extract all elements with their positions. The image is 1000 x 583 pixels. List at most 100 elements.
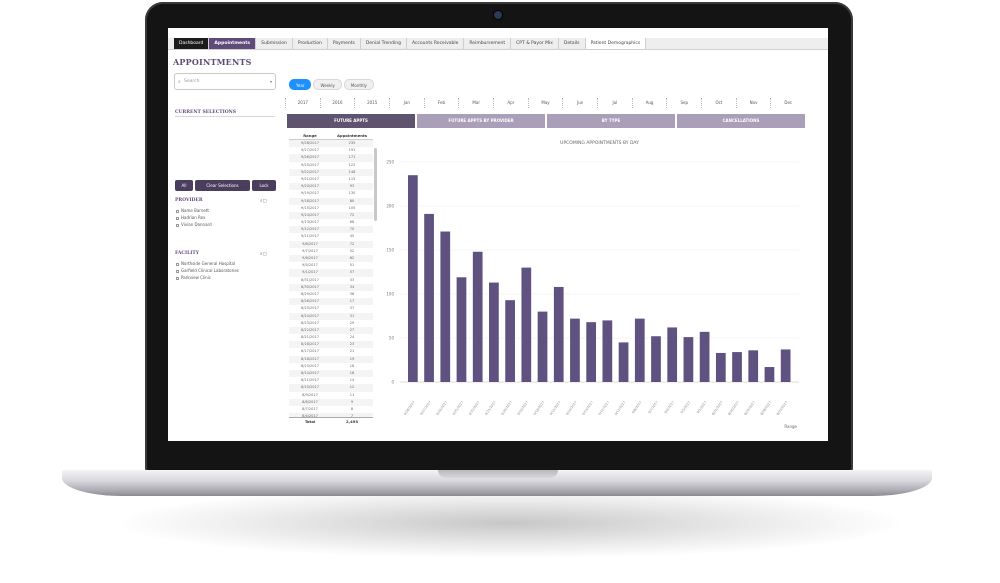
date-filter-item[interactable]: 2015 <box>354 98 389 108</box>
bar[interactable] <box>472 251 483 382</box>
bar[interactable] <box>424 213 434 382</box>
bar[interactable] <box>553 286 564 382</box>
period-toggle-monthly[interactable]: Monthly <box>343 79 374 90</box>
table-row[interactable]: 8/21/2017 24 <box>289 334 373 341</box>
bar[interactable] <box>715 352 726 382</box>
period-toggle-weekly[interactable]: Weekly <box>313 79 342 90</box>
bar[interactable] <box>634 318 645 382</box>
bar[interactable] <box>667 327 678 382</box>
table-row[interactable]: 8/11/2017 14 <box>289 377 373 384</box>
table-row[interactable]: 8/10/2017 12 <box>289 384 373 392</box>
bar[interactable] <box>602 320 613 382</box>
facility-filter-item[interactable]: Parkview Clinic <box>176 275 211 280</box>
bar[interactable] <box>440 231 451 382</box>
table-row[interactable]: 9/7/2017 52 <box>289 248 373 255</box>
table-row[interactable]: 8/30/2017 34 <box>289 283 373 291</box>
table-row[interactable]: 8/22/2017 27 <box>289 326 373 335</box>
view-tab-future-appts-by-provider[interactable]: FUTURE APPTS BY PROVIDER <box>417 114 545 128</box>
facility-filter-tools-icon[interactable]: ⌕▢ <box>260 251 267 257</box>
tab-cpt-payor-mix[interactable]: CPT & Payor Mix <box>511 38 559 49</box>
table-row[interactable]: 9/5/2017 51 <box>289 262 373 269</box>
tab-production[interactable]: Production <box>293 38 328 49</box>
view-tab-by-type[interactable]: BY TYPE <box>547 114 675 128</box>
table-row[interactable]: 9/20/2017 93 <box>289 183 373 191</box>
bar[interactable] <box>505 300 515 382</box>
facility-filter-item[interactable]: Northside General Hospital <box>176 261 235 266</box>
table-row[interactable]: 9/11/2017 45 <box>289 233 373 240</box>
all-button[interactable]: All <box>175 180 193 191</box>
table-row[interactable]: 8/23/2017 29 <box>289 320 373 327</box>
view-tab-cancellations[interactable]: CANCELLATIONS <box>677 114 805 128</box>
table-row[interactable]: 8/7/2017 8 <box>289 406 373 413</box>
table-row[interactable]: 8/29/2017 36 <box>289 291 373 298</box>
table-row[interactable]: 9/25/2017 122 <box>289 162 373 169</box>
bar[interactable] <box>651 336 661 382</box>
table-row[interactable]: 9/14/2017 72 <box>289 211 373 220</box>
bar[interactable] <box>618 342 629 382</box>
bar[interactable] <box>570 318 580 382</box>
bar[interactable] <box>521 267 532 382</box>
date-filter-item[interactable]: Mar <box>458 98 493 108</box>
table-row[interactable]: 8/17/2017 21 <box>289 348 373 355</box>
lock-button[interactable]: Lock <box>252 180 276 191</box>
table-row[interactable]: 8/25/2017 37 <box>289 305 373 312</box>
table-row[interactable]: 8/18/2017 23 <box>289 341 373 349</box>
bar[interactable] <box>699 331 710 382</box>
date-filter-item[interactable]: Apr <box>493 98 528 108</box>
date-filter-item[interactable]: Feb <box>423 98 459 108</box>
table-row[interactable]: 9/26/2017 171 <box>289 154 373 162</box>
table-row[interactable]: 9/18/2017 80 <box>289 197 373 205</box>
provider-filter-tools-icon[interactable]: ⌕▢ <box>260 198 267 204</box>
tab-details[interactable]: Details <box>559 38 586 49</box>
bar[interactable] <box>456 277 467 382</box>
table-row[interactable]: 8/8/2017 9 <box>289 398 373 406</box>
table-row[interactable]: 9/6/2017 62 <box>289 255 373 263</box>
date-filter-item[interactable]: 2016 <box>319 98 355 108</box>
date-filter-item[interactable]: Nov <box>735 98 771 108</box>
tab-accounts-receivable[interactable]: Accounts Receivable <box>407 38 465 49</box>
table-row[interactable]: 9/8/2017 72 <box>289 240 373 248</box>
bar[interactable] <box>780 349 791 382</box>
date-filter-item[interactable]: Jul <box>597 98 632 108</box>
column-header-range[interactable]: Range <box>289 131 331 139</box>
date-filter-item[interactable]: Aug <box>631 98 667 108</box>
table-row[interactable]: 9/12/2017 70 <box>289 226 373 234</box>
table-row[interactable]: 9/15/2017 105 <box>289 205 373 212</box>
bar[interactable] <box>489 282 499 382</box>
chevron-down-icon[interactable]: ▾ <box>270 79 272 84</box>
table-row[interactable]: 9/21/2017 115 <box>289 176 373 183</box>
bar[interactable] <box>683 337 694 382</box>
provider-filter-item[interactable]: Hadrian Rex <box>176 215 205 220</box>
provider-filter-item[interactable]: Vivian Donnard <box>176 222 212 227</box>
tab-reimbursement[interactable]: Reimbursement <box>464 38 512 49</box>
tab-submission[interactable]: Submission <box>256 38 293 49</box>
bar[interactable] <box>732 352 742 382</box>
provider-filter-item[interactable]: Name Barnett <box>176 208 209 213</box>
table-row[interactable]: 9/27/2017 191 <box>289 147 373 154</box>
date-filter-item[interactable]: Oct <box>701 98 736 108</box>
period-toggle-year[interactable]: Year <box>289 79 312 90</box>
clear-selections-button[interactable]: Clear Selections <box>195 180 250 191</box>
date-filter-item[interactable]: Jan <box>389 98 424 108</box>
bar[interactable] <box>408 175 418 382</box>
table-row[interactable]: 8/24/2017 31 <box>289 312 373 320</box>
date-filter-item[interactable]: Jun <box>562 98 597 108</box>
tab-patient-demographics[interactable]: Patient Demographics <box>585 38 647 49</box>
table-row[interactable]: 9/19/2017 130 <box>289 190 373 197</box>
tab-appointments[interactable]: Appointments <box>209 38 257 49</box>
tab-payments[interactable]: Payments <box>328 38 361 49</box>
facility-filter-item[interactable]: Garfield Clinical Laboratories <box>176 268 239 273</box>
tab-dashboard[interactable]: Dashboard <box>174 38 210 49</box>
date-filter-item[interactable]: Dec <box>770 98 805 108</box>
date-filter-item[interactable]: Sep <box>666 98 701 108</box>
bar[interactable] <box>748 350 759 382</box>
view-tab-future-appts[interactable]: FUTURE APPTS <box>287 114 415 128</box>
column-header-appointments[interactable]: Appointments <box>331 131 373 139</box>
bar[interactable] <box>764 367 775 382</box>
table-row[interactable]: 9/1/2017 57 <box>289 269 373 277</box>
table-row[interactable]: 8/14/2017 16 <box>289 370 373 378</box>
table-row[interactable]: 8/9/2017 11 <box>289 392 373 399</box>
tab-denial-trending[interactable]: Denial Trending <box>361 38 407 49</box>
bar[interactable] <box>537 311 548 382</box>
bar[interactable] <box>586 322 597 382</box>
